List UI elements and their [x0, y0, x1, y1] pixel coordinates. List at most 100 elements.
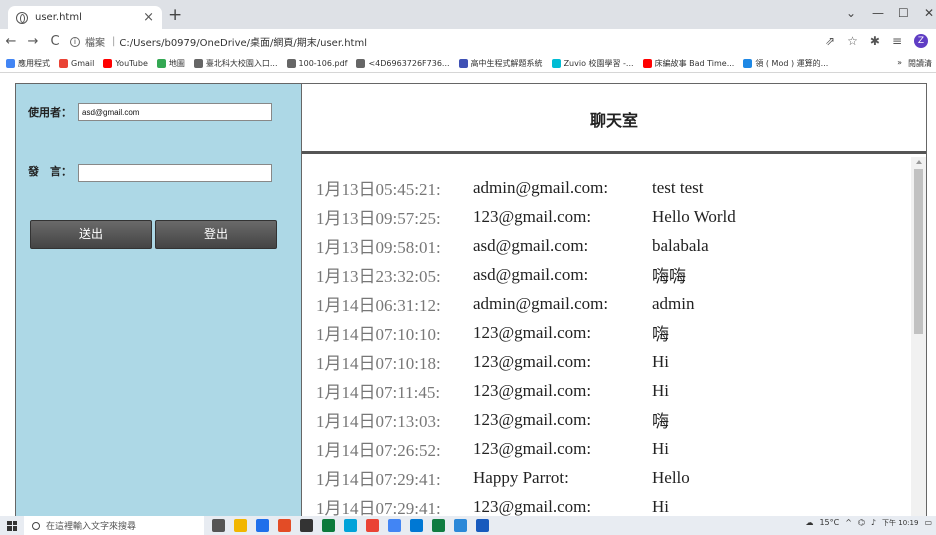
globe-icon — [356, 58, 366, 68]
bookmark-item[interactable]: YouTube — [103, 58, 148, 68]
extensions-icon[interactable]: ✱ — [870, 34, 880, 48]
chat-message: 1月13日09:57:25: 123@gmail.com: Hello World — [302, 202, 912, 231]
tray-overflow-icon[interactable]: ^ — [845, 518, 852, 527]
bookmark-item[interactable]: 高中生程式解題系統 — [458, 58, 543, 69]
taskbar-app-icon[interactable] — [300, 519, 313, 532]
chat-message: 1月14日07:26:52: 123@gmail.com: Hi — [302, 434, 912, 463]
tab-title: user.html — [35, 12, 82, 23]
url-text[interactable]: C:/Users/b0979/OneDrive/桌面/網頁/期末/user.ht… — [119, 34, 367, 49]
browser-tab[interactable]: user.html × — [8, 6, 162, 29]
taskbar-app-icon[interactable] — [388, 519, 401, 532]
maps-pin-icon — [156, 58, 166, 68]
bookmark-item[interactable]: 臺北科大校園入口... — [193, 58, 278, 69]
message-text: Hi — [652, 351, 669, 371]
taskbar-search-placeholder: 在這裡輸入文字來搜尋 — [46, 522, 137, 532]
message-text: Hi — [652, 380, 669, 400]
chat-message: 1月14日07:11:45: 123@gmail.com: Hi — [302, 376, 912, 405]
send-button[interactable]: 送出 — [30, 220, 152, 249]
bookmark-item[interactable]: 床編故事 Bad Time... — [642, 58, 734, 69]
taskbar-app-icon[interactable] — [322, 519, 335, 532]
taskbar-search[interactable]: 在這裡輸入文字來搜尋 — [24, 516, 204, 535]
bookmark-item[interactable]: 地圖 — [156, 58, 185, 69]
logout-button[interactable]: 登出 — [155, 220, 277, 249]
message-text: Hello — [652, 467, 690, 487]
globe-icon — [286, 58, 296, 68]
youtube-icon — [642, 58, 652, 68]
tab-search-button[interactable]: ⌄ — [846, 6, 856, 20]
notifications-icon[interactable]: ▭ — [924, 518, 932, 527]
scroll-up-arrow[interactable] — [916, 160, 922, 164]
message-time: 1月13日09:57:25: — [316, 209, 441, 228]
message-scrollbar[interactable] — [911, 157, 926, 524]
message-text: Hi — [652, 496, 669, 516]
user-field[interactable] — [78, 103, 272, 121]
profile-avatar[interactable]: Z — [914, 34, 928, 48]
message-sender: 123@gmail.com: — [473, 496, 592, 516]
address-separator: | — [112, 36, 116, 47]
message-input[interactable] — [78, 164, 272, 182]
taskbar-app-icon[interactable] — [432, 519, 445, 532]
new-tab-button[interactable]: + — [168, 6, 182, 24]
tab-close-button[interactable]: × — [143, 10, 154, 25]
taskbar-app-icon[interactable] — [410, 519, 423, 532]
reading-list-button[interactable]: 閱讀清 — [908, 58, 932, 69]
taskbar-app-icon[interactable] — [256, 519, 269, 532]
youtube-icon — [103, 58, 113, 68]
message-text: 嗨 — [652, 412, 669, 431]
info-icon[interactable]: i — [70, 36, 80, 47]
user-label: 使用者： — [28, 106, 72, 119]
chat-message: 1月14日06:31:12: admin@gmail.com: admin — [302, 289, 912, 318]
minimize-button[interactable]: — — [872, 6, 884, 20]
bookmark-item[interactable]: 應用程式 — [6, 58, 50, 69]
bookmark-item[interactable]: Gmail — [59, 58, 94, 68]
bookmark-item[interactable]: 領 ( Mod ) 運算的... — [743, 58, 828, 69]
zuvio-icon — [551, 58, 561, 68]
taskbar-app-icon[interactable] — [212, 519, 225, 532]
close-window-button[interactable]: ✕ — [924, 6, 934, 20]
message-time: 1月14日07:13:03: — [316, 412, 441, 431]
network-icon[interactable]: ⌬ — [858, 518, 865, 527]
chat-message: 1月13日09:58:01: asd@gmail.com: balabala — [302, 231, 912, 260]
bookmark-item[interactable]: Zuvio 校園學習 -... — [551, 58, 634, 69]
message-sender: asd@gmail.com: — [473, 235, 589, 255]
chat-message: 1月14日07:10:10: 123@gmail.com: 嗨 — [302, 318, 912, 347]
message-sender: admin@gmail.com: — [473, 293, 609, 313]
forward-button[interactable]: → — [22, 34, 44, 49]
message-text: Hello World — [652, 206, 736, 226]
message-list[interactable]: 1月13日05:45:21: admin@gmail.com: test test 1… — [302, 157, 912, 524]
taskbar-app-icon[interactable] — [476, 519, 489, 532]
reload-button[interactable]: C — [44, 34, 66, 49]
message-time: 1月14日07:10:18: — [316, 354, 441, 373]
bookmark-star-icon[interactable]: ☆ — [847, 34, 858, 48]
doc-icon — [743, 58, 753, 68]
chat-message: 1月14日07:29:41: Happy Parrot: Hello — [302, 463, 912, 492]
back-button[interactable]: ← — [0, 34, 22, 49]
bookmarks-bar: 應用程式 Gmail YouTube 地圖 臺北科大校園入口... 100-10… — [0, 54, 936, 73]
bookmark-item[interactable]: <4D6963726F736... — [356, 58, 450, 68]
bookmarks-more-button[interactable]: » — [897, 58, 902, 69]
weather-icon[interactable]: ☁ — [805, 518, 813, 527]
chat-message: 1月13日23:32:05: asd@gmail.com: 嗨嗨 — [302, 260, 912, 289]
share-icon[interactable]: ⇗ — [825, 34, 835, 48]
taskbar-app-icon[interactable] — [234, 519, 247, 532]
taskbar-app-icon[interactable] — [366, 519, 379, 532]
taskbar-app-icon[interactable] — [454, 519, 467, 532]
address-field[interactable]: i 檔案 | C:/Users/b0979/OneDrive/桌面/網頁/期末/… — [70, 34, 367, 49]
bookmark-item[interactable]: 100-106.pdf — [286, 58, 347, 68]
message-time: 1月13日09:58:01: — [316, 238, 441, 257]
message-sender: 123@gmail.com: — [473, 409, 592, 429]
weather-temp[interactable]: 15°C — [819, 518, 839, 527]
taskbar-app-icon[interactable] — [344, 519, 357, 532]
message-text: 嗨 — [652, 325, 669, 344]
taskbar-clock[interactable]: 下午 10:19 — [882, 519, 918, 527]
scrollbar-thumb[interactable] — [914, 169, 923, 334]
maximize-button[interactable]: ☐ — [898, 6, 909, 20]
message-time: 1月13日05:45:21: — [316, 180, 441, 199]
volume-icon[interactable]: ♪ — [871, 518, 876, 527]
taskbar-app-icon[interactable] — [278, 519, 291, 532]
start-button[interactable] — [0, 520, 24, 531]
taskbar-apps — [212, 519, 489, 532]
search-icon — [32, 521, 40, 530]
reading-list-icon[interactable]: ≡ — [892, 34, 902, 48]
message-time: 1月14日07:26:52: — [316, 441, 441, 460]
